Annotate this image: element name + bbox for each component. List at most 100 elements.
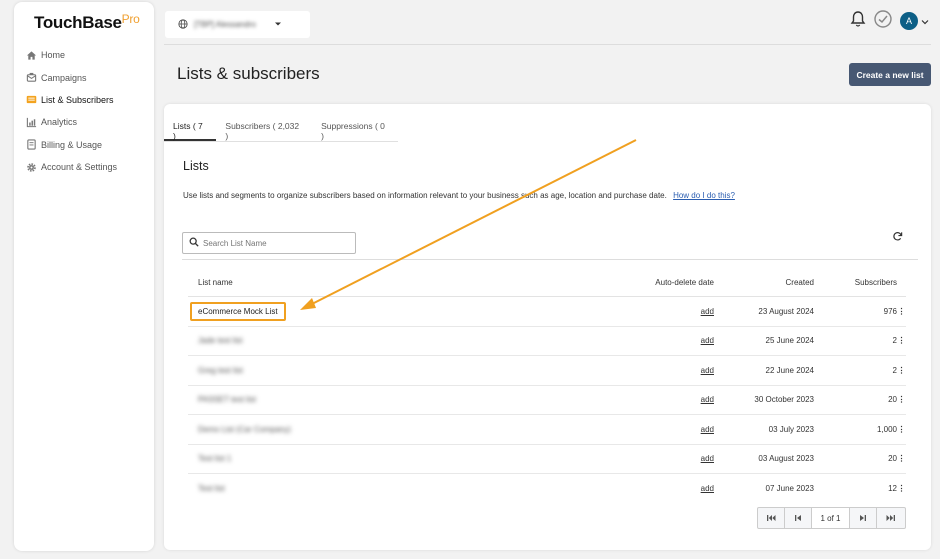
sidebar-item-campaigns[interactable]: Campaigns	[25, 66, 117, 88]
tab-subscribers[interactable]: Subscribers ( 2,032 )	[216, 116, 312, 141]
sidebar-item-account[interactable]: Account & Settings	[25, 156, 117, 178]
last-page-icon	[886, 515, 895, 521]
table-row[interactable]: Test list add 07 June 2023 12 ⋮	[188, 474, 906, 504]
created-date: 07 June 2023	[765, 484, 815, 494]
sidebar-item-label: Analytics	[41, 117, 78, 128]
section-description: Use lists and segments to organize subsc…	[183, 191, 735, 200]
chevron-down-icon[interactable]	[921, 14, 929, 28]
app-logo[interactable]: TouchBasePro	[34, 12, 140, 33]
col-subscribers[interactable]: Subscribers	[814, 278, 897, 287]
table-row[interactable]: Greg test list add 22 June 2024 2 ⋮	[188, 356, 906, 386]
list-name-link[interactable]: Test list 1	[188, 454, 644, 463]
table-row[interactable]: eCommerce Mock List add 23 August 2024 9…	[188, 297, 906, 327]
sidebar-item-lists[interactable]: List & Subscribers	[25, 89, 117, 111]
search-box[interactable]	[182, 232, 356, 254]
list-name-link[interactable]: Demo List (Car Company)	[188, 425, 644, 434]
subscriber-count: 976	[883, 306, 897, 316]
more-menu-icon[interactable]: ⋮	[897, 366, 906, 375]
tab-suppressions[interactable]: Suppressions ( 0 )	[312, 116, 398, 141]
subscriber-count: 2	[892, 336, 897, 346]
auto-delete-add-link[interactable]: add	[644, 454, 714, 463]
auto-delete-add-link[interactable]: add	[644, 336, 714, 345]
divider	[182, 259, 918, 260]
table-header: List name Auto-delete date Created Subsc…	[188, 268, 906, 297]
more-menu-icon[interactable]: ⋮	[897, 425, 906, 434]
created-date: 23 August 2024	[758, 306, 814, 316]
list-name-link[interactable]: Jade test list	[188, 336, 644, 345]
auto-delete-add-link[interactable]: add	[644, 366, 714, 375]
pagination: 1 of 1	[757, 507, 906, 529]
col-created[interactable]: Created	[714, 278, 814, 287]
table-row[interactable]: Jade test list add 25 June 2024 2 ⋮	[188, 327, 906, 356]
chevron-down-icon	[274, 20, 282, 29]
avatar[interactable]: A	[900, 11, 918, 30]
created-date: 25 June 2024	[765, 336, 815, 346]
prev-page-icon	[795, 515, 801, 521]
lists-card: Lists ( 7 ) Subscribers ( 2,032 ) Suppre…	[164, 104, 931, 550]
next-page-button[interactable]	[850, 508, 877, 528]
more-menu-icon[interactable]: ⋮	[897, 454, 906, 463]
sidebar-item-billing[interactable]: Billing & Usage	[25, 134, 117, 156]
refresh-icon[interactable]	[892, 231, 904, 243]
checkmark-circle-icon[interactable]	[874, 10, 892, 31]
next-page-icon	[860, 515, 866, 521]
subscriber-count: 1,000	[876, 424, 897, 434]
sidebar-item-label: List & Subscribers	[41, 94, 114, 105]
tab-lists[interactable]: Lists ( 7 )	[164, 116, 217, 141]
first-page-button[interactable]	[758, 508, 785, 528]
created-date: 30 October 2023	[754, 395, 814, 405]
help-link[interactable]: How do I do this?	[673, 191, 735, 200]
prev-page-button[interactable]	[785, 508, 812, 528]
list-name-link[interactable]: PASSET test list	[188, 395, 644, 404]
more-menu-icon[interactable]: ⋮	[897, 484, 906, 493]
first-page-icon	[767, 515, 776, 521]
search-icon	[189, 236, 199, 250]
auto-delete-add-link[interactable]: add	[644, 484, 714, 493]
home-icon	[25, 49, 37, 61]
sidebar-item-label: Account & Settings	[41, 162, 118, 173]
sidebar-item-label: Billing & Usage	[41, 139, 103, 150]
auto-delete-add-link[interactable]: add	[644, 307, 714, 316]
last-page-button[interactable]	[877, 508, 904, 528]
sidebar: TouchBasePro Home Campaigns List & Subsc…	[14, 2, 154, 551]
table-row[interactable]: PASSET test list add 30 October 2023 20 …	[188, 386, 906, 415]
col-list-name[interactable]: List name	[188, 278, 644, 287]
campaigns-icon	[25, 72, 37, 84]
page-indicator: 1 of 1	[812, 508, 850, 528]
more-menu-icon[interactable]: ⋮	[897, 307, 906, 316]
sidebar-item-analytics[interactable]: Analytics	[25, 111, 117, 133]
list-name-link[interactable]: Greg test list	[188, 366, 644, 375]
auto-delete-add-link[interactable]: add	[644, 425, 714, 434]
bell-icon[interactable]	[850, 10, 866, 31]
top-icons: A	[850, 10, 929, 31]
analytics-icon	[25, 116, 37, 128]
section-title: Lists	[183, 159, 209, 173]
sidebar-item-label: Campaigns	[41, 72, 87, 83]
subscriber-count: 12	[888, 484, 897, 494]
globe-icon	[178, 18, 188, 31]
table-row[interactable]: Demo List (Car Company) add 03 July 2023…	[188, 415, 906, 445]
col-auto-delete[interactable]: Auto-delete date	[644, 278, 714, 287]
tabs: Lists ( 7 ) Subscribers ( 2,032 ) Suppre…	[164, 116, 398, 142]
search-input[interactable]	[203, 238, 343, 248]
create-list-button[interactable]: Create a new list	[849, 63, 931, 86]
page-title: Lists & subscribers	[177, 64, 320, 83]
list-name-link[interactable]: Test list	[188, 484, 644, 493]
subscriber-count: 2	[892, 365, 897, 375]
auto-delete-add-link[interactable]: add	[644, 395, 714, 404]
subscriber-count: 20	[888, 395, 897, 405]
topbar-divider	[164, 44, 931, 45]
lists-icon	[25, 94, 37, 106]
more-menu-icon[interactable]: ⋮	[897, 395, 906, 404]
sidebar-item-label: Home	[41, 50, 66, 61]
gear-icon	[25, 161, 37, 173]
lists-table: List name Auto-delete date Created Subsc…	[188, 268, 906, 504]
account-select[interactable]: [TBP] Alessandro	[165, 11, 310, 38]
sidebar-item-home[interactable]: Home	[25, 44, 117, 66]
table-row[interactable]: Test list 1 add 03 August 2023 20 ⋮	[188, 445, 906, 474]
account-select-value: [TBP] Alessandro	[194, 20, 256, 29]
more-menu-icon[interactable]: ⋮	[897, 336, 906, 345]
billing-icon	[25, 139, 37, 151]
sidebar-nav: Home Campaigns List & Subscribers Analyt…	[25, 44, 117, 178]
list-name-link[interactable]: eCommerce Mock List	[190, 301, 286, 321]
